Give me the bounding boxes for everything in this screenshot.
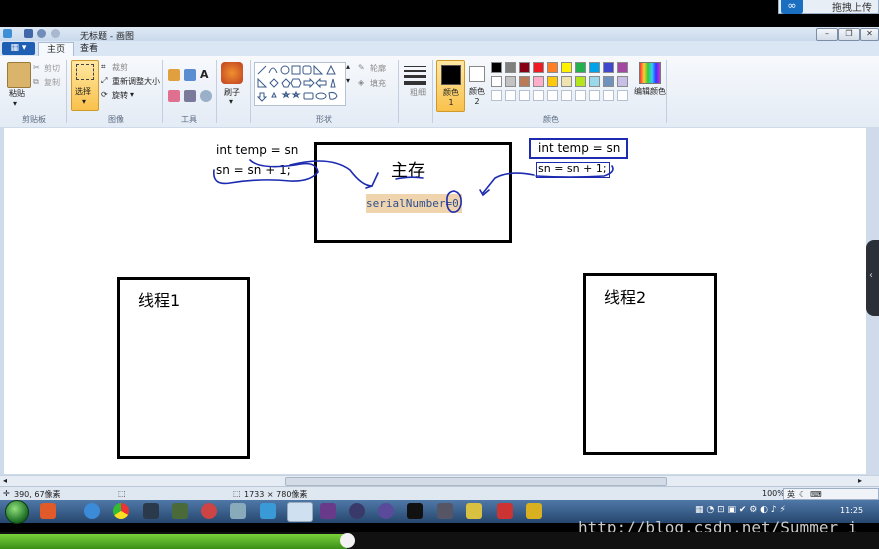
left-underline-stroke (213, 159, 319, 185)
selection-size-icon: ⬚ (118, 489, 126, 498)
chrome-icon[interactable] (113, 503, 129, 519)
clock[interactable]: 11:25 (840, 506, 863, 515)
canvas-size-icon: ⬚ (233, 489, 241, 498)
terminal-icon[interactable] (407, 503, 423, 519)
ime-indicator[interactable]: 英 (787, 489, 795, 500)
app-icon-17[interactable] (526, 503, 542, 519)
cursor-position: 390, 67像素 (14, 490, 61, 499)
tray-icons[interactable]: ▦ ◔ ⊡ ▣ ✔ ⚙ ◐ ♪ ⚡ (695, 505, 835, 517)
horizontal-scroll-thumb[interactable] (285, 477, 667, 486)
app-icon-1[interactable] (40, 503, 56, 519)
chevron-left-icon: ‹ (869, 270, 873, 281)
app-icon-12[interactable] (378, 503, 394, 519)
language-bar[interactable]: 英 ☾ ⌨ (783, 488, 879, 500)
video-progress-fill (0, 534, 348, 549)
scroll-right-icon[interactable]: ▸ (858, 476, 862, 485)
cursor-icon: ✛ (3, 489, 10, 498)
left-arrow-stroke (289, 160, 373, 187)
start-button[interactable] (5, 500, 29, 524)
zero-circle (446, 190, 462, 213)
app-icon-6[interactable] (201, 503, 217, 519)
powerpoint-icon[interactable] (497, 503, 513, 519)
app-icon-11[interactable] (349, 503, 365, 519)
side-panel-tab[interactable]: ‹ (866, 240, 879, 316)
app-icon-7[interactable] (230, 503, 246, 519)
app-icon-14[interactable] (437, 503, 453, 519)
app-icon-10[interactable] (320, 503, 336, 519)
scroll-left-icon[interactable]: ◂ (3, 476, 7, 485)
paint-task-icon[interactable] (287, 502, 313, 522)
zoom-level[interactable]: 100% (762, 489, 785, 498)
moon-icon[interactable]: ☾ (799, 490, 806, 499)
folder-icon[interactable] (466, 503, 482, 519)
status-bar: ✛ 390, 67像素 ⬚ ⬚ 1733 × 780像素 100% 英 ☾ ⌨ (0, 486, 879, 501)
pen-annotations (213, 159, 614, 213)
right-arrow-stroke (482, 172, 535, 194)
right-underline-stroke (535, 165, 614, 178)
app-icon-8[interactable] (260, 503, 276, 519)
ie-icon[interactable] (84, 503, 100, 519)
canvas-size: 1733 × 780像素 (244, 490, 308, 499)
app-icon-5[interactable] (172, 503, 188, 519)
main-memory-underline (395, 176, 424, 180)
app-icon-4[interactable] (143, 503, 159, 519)
keyboard-icon[interactable]: ⌨ (810, 490, 822, 499)
